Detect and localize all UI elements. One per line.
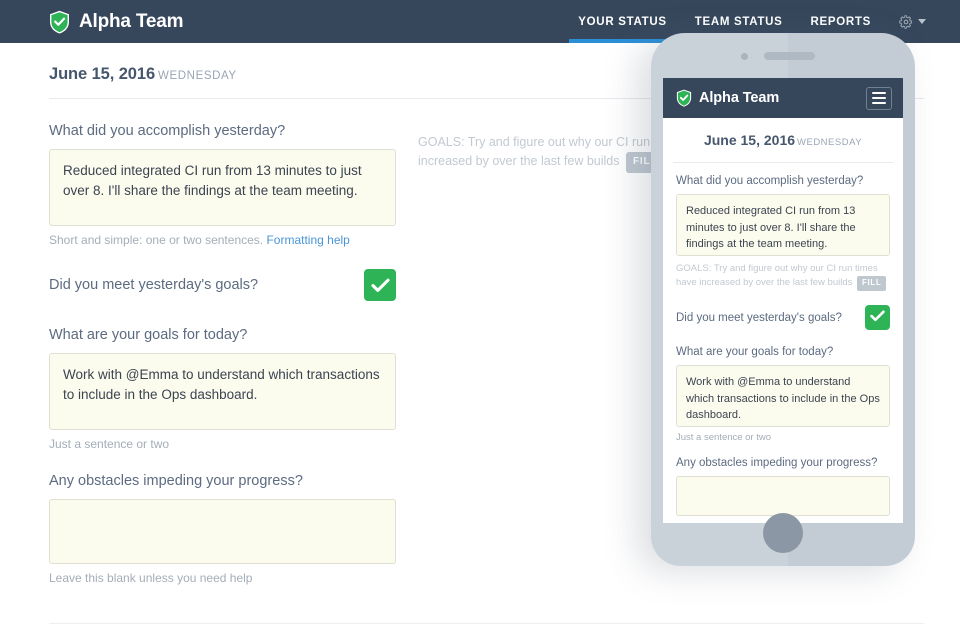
- question-block-met-goals: Did you meet yesterday's goals?: [49, 269, 396, 301]
- checkmark-icon: [370, 278, 390, 293]
- mobile-brand-name: Alpha Team: [699, 90, 780, 106]
- hamburger-line: [872, 92, 886, 94]
- hamburger-menu-icon[interactable]: [866, 86, 892, 110]
- mobile-question-label-yesterday: What did you accomplish yesterday?: [676, 175, 864, 187]
- mobile-question-block-yesterday: What did you accomplish yesterday? GOALS…: [676, 175, 890, 292]
- hamburger-line: [872, 102, 886, 104]
- mobile-question-block-obstacles: Any obstacles impeding your progress?: [676, 457, 890, 517]
- checkmark-icon: [870, 309, 885, 327]
- mobile-fill-badge[interactable]: FILL: [857, 276, 887, 292]
- camera-dot-icon: [741, 53, 748, 60]
- formatting-help-link[interactable]: Formatting help: [266, 233, 349, 247]
- mobile-date-header: June 15, 2016 WEDNESDAY: [663, 118, 903, 162]
- mobile-goals-reminder-note: GOALS: Try and figure out why our CI run…: [676, 262, 890, 292]
- mobile-question-label-today-goals: What are your goals for today?: [676, 346, 834, 359]
- mobile-brand-logo[interactable]: Alpha Team: [676, 89, 779, 107]
- weekday-label: WEDNESDAY: [158, 70, 237, 82]
- speaker-grille-icon: [764, 52, 815, 60]
- mobile-question-block-today-goals: What are your goals for today? Just a se…: [676, 346, 890, 443]
- home-button-icon[interactable]: [763, 513, 803, 553]
- brand-name: Alpha Team: [79, 10, 184, 32]
- phone-mockup: Alpha Team June 15, 2016 WEDNESDAY What d…: [651, 33, 915, 566]
- page-title: June 15, 2016: [49, 65, 156, 83]
- brand-logo[interactable]: Alpha Team: [49, 10, 183, 34]
- question-label-met-goals: Did you meet yesterday's goals?: [49, 277, 259, 293]
- mobile-status-form: What did you accomplish yesterday? GOALS…: [663, 163, 903, 517]
- mobile-met-goals-checkbox[interactable]: [865, 305, 890, 331]
- mobile-answer-input-yesterday[interactable]: [676, 194, 890, 256]
- mobile-question-label-obstacles: Any obstacles impeding your progress?: [676, 457, 878, 470]
- mobile-answer-input-obstacles[interactable]: [676, 476, 890, 517]
- helper-text-obstacles: Leave this blank unless you need help: [49, 571, 253, 585]
- helper-text-yesterday-label: Short and simple: one or two sentences.: [49, 233, 264, 247]
- answer-input-obstacles[interactable]: [49, 499, 396, 564]
- mobile-top-bar: Alpha Team: [663, 78, 903, 118]
- answer-input-today-goals[interactable]: [49, 353, 396, 430]
- phone-screen: Alpha Team June 15, 2016 WEDNESDAY What d…: [663, 78, 903, 523]
- mobile-question-block-met-goals: Did you meet yesterday's goals?: [676, 305, 890, 331]
- mobile-goals-note-prefix: GOALS:: [676, 263, 712, 274]
- gear-icon: [899, 14, 913, 29]
- mobile-helper-text-today-goals: Just a sentence or two: [676, 432, 772, 444]
- nav-item-your-status[interactable]: YOUR STATUS: [564, 0, 680, 43]
- shield-check-icon: [676, 89, 692, 107]
- mobile-page-title: June 15, 2016: [703, 132, 796, 148]
- shield-check-icon: [49, 10, 70, 34]
- mobile-question-label-met-goals: Did you meet yesterday's goals?: [676, 311, 842, 324]
- goals-note-prefix: GOALS:: [418, 135, 465, 149]
- chevron-down-icon: [918, 19, 926, 24]
- hamburger-line: [872, 97, 886, 99]
- met-goals-checkbox[interactable]: [364, 269, 396, 301]
- answer-input-yesterday[interactable]: [49, 149, 396, 226]
- mobile-weekday-label: WEDNESDAY: [797, 137, 863, 148]
- mobile-answer-input-today-goals[interactable]: [676, 365, 890, 428]
